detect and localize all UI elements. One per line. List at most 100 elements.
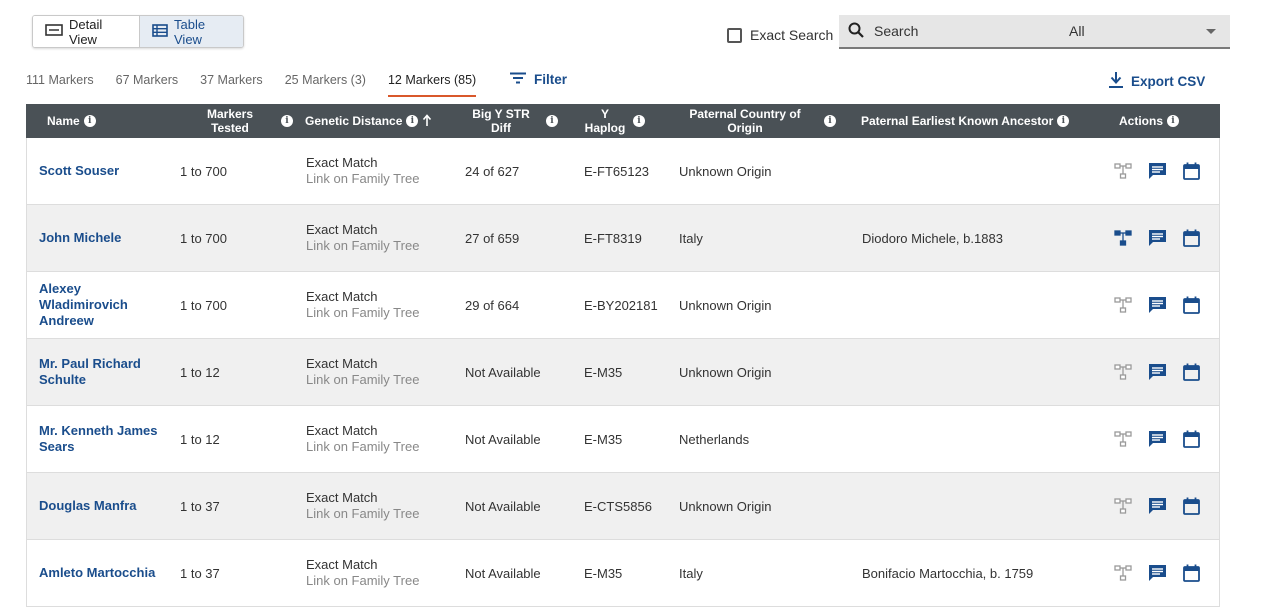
match-name-link[interactable]: Amleto Martocchia [39,565,164,581]
family-tree-icon[interactable] [1113,496,1133,516]
country-cell: Italy [679,230,703,246]
genetic-distance-value: Exact Match [306,490,378,505]
message-icon[interactable] [1147,563,1167,583]
filter-button[interactable]: Filter [510,72,567,87]
calendar-icon[interactable] [1181,295,1201,315]
link-family-tree-link[interactable]: Link on Family Tree [306,506,465,522]
link-family-tree-link[interactable]: Link on Family Tree [306,171,465,187]
search-input[interactable]: Search [839,22,1054,41]
calendar-icon[interactable] [1181,228,1201,248]
tab-37-markers[interactable]: 37 Markers [200,70,263,97]
link-family-tree-link[interactable]: Link on Family Tree [306,573,465,589]
genetic-distance-value: Exact Match [306,356,378,371]
family-tree-icon[interactable] [1113,228,1133,248]
calendar-icon[interactable] [1181,429,1201,449]
match-name-link[interactable]: Alexey Wladimirovich Andreew [39,281,164,329]
genetic-distance-value: Exact Match [306,423,378,438]
tab-67-markers[interactable]: 67 Markers [116,70,179,97]
info-icon[interactable]: i [824,115,836,127]
message-icon[interactable] [1147,228,1167,248]
markers-tested-cell: 1 to 700 [180,163,227,179]
detail-view-button[interactable]: Detail View [33,16,139,47]
calendar-icon[interactable] [1181,161,1201,181]
bigy-str-diff-cell: Not Available [465,431,541,447]
country-cell: Netherlands [679,431,750,447]
table-row: Amleto Martocchia 1 to 37 Exact Match Link … [26,540,1220,607]
bigy-str-diff-cell: 29 of 664 [465,297,520,313]
info-icon[interactable]: i [633,115,645,127]
match-name-link[interactable]: Mr. Kenneth James Sears [39,423,164,455]
calendar-icon[interactable] [1181,496,1201,516]
col-earliest-ancestor[interactable]: Paternal Earliest Known Ancestor i [861,114,1098,128]
search-scope-select[interactable]: All [1054,23,1230,39]
match-name-link[interactable]: Mr. Paul Richard Schulte [39,356,164,388]
calendar-icon[interactable] [1181,362,1201,382]
calendar-icon[interactable] [1181,563,1201,583]
family-tree-icon[interactable] [1113,563,1133,583]
sort-arrow-up-icon[interactable] [422,113,432,129]
col-hap-line1: Y [600,107,609,121]
table-row: John Michele 1 to 700 Exact Match Link on F… [26,205,1220,272]
name-cell: Alexey Wladimirovich Andreew [27,281,180,329]
export-csv-button[interactable]: Export CSV [1109,72,1205,91]
bigy-str-diff-cell: Not Available [465,498,541,514]
col-bigy-str-diff[interactable]: Big Y STR Diff i [464,107,583,135]
message-icon[interactable] [1147,362,1167,382]
message-icon[interactable] [1147,295,1167,315]
tab-25-markers[interactable]: 25 Markers (3) [285,70,366,97]
match-name-link[interactable]: Scott Souser [39,163,164,179]
col-markers-label: Markers Tested [193,107,267,135]
bigy-str-diff-cell: Not Available [465,565,541,581]
table-row: Mr. Kenneth James Sears 1 to 12 Exact Matc… [26,406,1220,473]
info-icon[interactable]: i [406,115,419,127]
link-family-tree-link[interactable]: Link on Family Tree [306,238,465,254]
match-name-link[interactable]: Douglas Manfra [39,498,164,514]
markers-tested-cell: 1 to 12 [180,431,220,447]
genetic-distance-cell: Exact Match Link on Family Tree [306,423,465,455]
haplogroup-cell: E-FT8319 [584,230,642,246]
tab-12-markers[interactable]: 12 Markers (85) [387,70,477,97]
col-name[interactable]: Name i [26,114,179,128]
link-family-tree-link[interactable]: Link on Family Tree [306,372,465,388]
match-name-link[interactable]: John Michele [39,230,164,246]
filter-icon [510,72,526,87]
exact-search-toggle[interactable]: Exact Search [727,27,833,43]
col-genetic-distance[interactable]: Genetic Distance i [305,113,464,129]
col-y-haplogroup[interactable]: Y Haplog i [583,107,678,135]
family-tree-icon[interactable] [1113,429,1133,449]
col-hap-line2: Haplog [584,121,626,135]
table-body: Scott Souser 1 to 700 Exact Match Link on F… [26,138,1220,607]
message-icon[interactable] [1147,429,1167,449]
genetic-distance-value: Exact Match [306,155,378,170]
actions-cell [1099,362,1219,382]
link-family-tree-link[interactable]: Link on Family Tree [306,439,465,455]
haplogroup-cell: E-M35 [584,565,623,581]
country-cell: Unknown Origin [679,163,772,179]
export-csv-label: Export CSV [1131,74,1206,89]
col-gd-label: Genetic Distance [305,114,403,128]
info-icon[interactable]: i [281,115,293,127]
family-tree-icon[interactable] [1113,295,1133,315]
matches-table: Name i Markers Tested i Genetic Distance … [26,104,1220,607]
info-icon[interactable]: i [83,115,96,127]
col-anc-label: Paternal Earliest Known Ancestor [861,114,1054,128]
info-icon[interactable]: i [1167,115,1180,127]
tab-111-markers[interactable]: 111 Markers [26,70,94,97]
exact-search-checkbox[interactable] [727,27,742,43]
message-icon[interactable] [1147,496,1167,516]
name-cell: Mr. Paul Richard Schulte [27,356,180,388]
col-markers-tested[interactable]: Markers Tested i [179,107,305,135]
link-family-tree-link[interactable]: Link on Family Tree [306,305,465,321]
family-tree-icon[interactable] [1113,161,1133,181]
family-tree-icon[interactable] [1113,362,1133,382]
genetic-distance-cell: Exact Match Link on Family Tree [306,490,465,522]
country-cell: Unknown Origin [679,364,772,380]
view-toggle: Detail View Table View [32,15,244,48]
message-icon[interactable] [1147,161,1167,181]
table-view-button[interactable]: Table View [139,16,243,47]
info-icon[interactable]: i [546,115,558,127]
search-icon [848,22,864,41]
col-paternal-country[interactable]: Paternal Country of Origin i [678,107,861,135]
info-icon[interactable]: i [1057,115,1070,127]
markers-tested-cell: 1 to 700 [180,230,227,246]
